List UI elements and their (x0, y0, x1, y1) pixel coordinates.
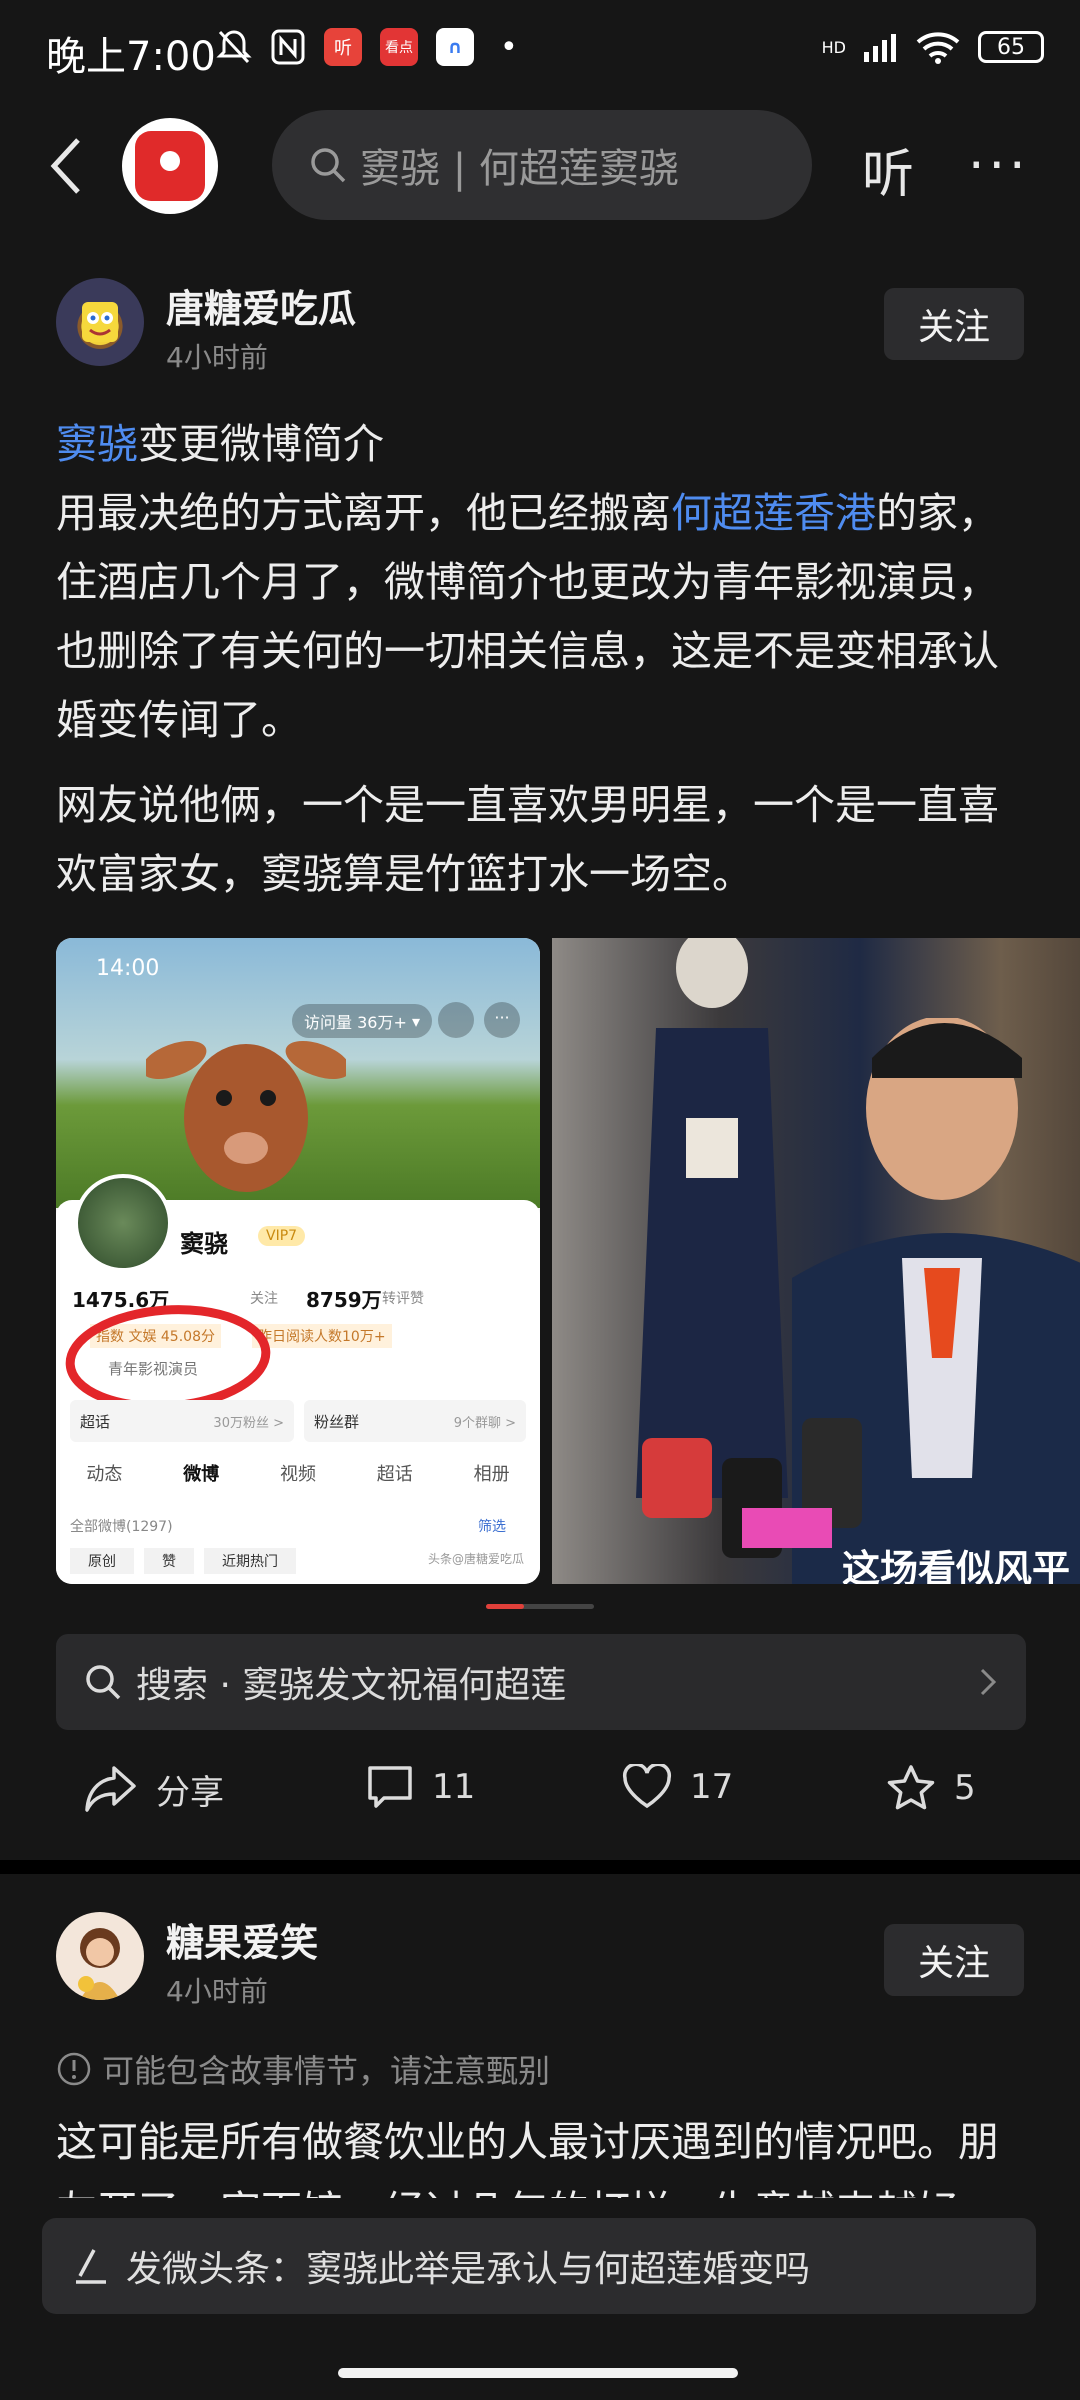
image-watermark: 头条@唐糖爱吃瓜 (428, 1552, 525, 1566)
star-icon (887, 1765, 935, 1810)
post-image-photo[interactable]: 这场看似风平 (552, 938, 1080, 1584)
status-time: 晚上7:00 (46, 34, 216, 80)
network-type: HD (821, 37, 846, 57)
post-line-1: 窦骁变更微博简介 (56, 420, 384, 468)
filter-chip[interactable]: 近期热门 (204, 1548, 296, 1574)
carousel-pager (486, 1604, 594, 1609)
status-bar: 晚上7:00 听 看点 ∩ • HD 65 (0, 0, 1080, 100)
profile-tab[interactable]: 相册 (474, 1460, 510, 1486)
battery-indicator: 65 (978, 31, 1044, 63)
post-username[interactable]: 糖果爱笑 (166, 1912, 318, 1967)
app-notification-icon: ∩ (436, 28, 474, 66)
avatar[interactable] (56, 278, 144, 366)
listen-button[interactable]: 听 (862, 132, 914, 207)
profile-tabs: 动态 微博 视频 超话 相册 (56, 1460, 540, 1486)
app-notification-icon: 听 (324, 28, 362, 66)
post-image-carousel[interactable]: 14:00 14:00 访问量 36万+ ▾ ··· 窦骁 VIP7 1475.… (56, 938, 1080, 1584)
compose-bar[interactable]: 发微头条：窦骁此举是承认与何超莲婚变吗 (42, 2218, 1036, 2314)
more-button[interactable]: ··· (968, 136, 1030, 196)
search-bar[interactable]: 窦骁 | 何超莲窦骁 (272, 110, 812, 220)
share-button[interactable]: 分享 (84, 1764, 224, 1814)
vip-badge: VIP7 (258, 1226, 306, 1246)
status-right: HD 65 (822, 30, 1044, 64)
profile-likes: 8759万 (306, 1288, 382, 1312)
feed-divider (0, 1860, 1080, 1874)
status-icons: 听 看点 ∩ • (216, 28, 518, 66)
post-action-bar: 分享 11 17 5 (0, 1750, 1080, 1834)
chevron-right-icon (980, 1668, 997, 1696)
profile-avatar[interactable] (74, 1174, 172, 1272)
profile-tab[interactable]: 微博 (183, 1460, 219, 1486)
post-paragraph-1: 用最决绝的方式离开，他已经搬离何超莲香港的家，住酒店几个月了，微博简介也更改为青… (56, 489, 999, 744)
post-username[interactable]: 唐糖爱吃瓜 (166, 278, 356, 333)
like-button[interactable]: 17 (622, 1764, 733, 1810)
post-time: 4小时前 (166, 1975, 268, 2008)
search-text: 窦骁 | 何超莲窦骁 (360, 146, 679, 192)
more-notifications-dot: • (500, 29, 518, 65)
filter-button[interactable]: 筛选 (478, 1516, 506, 1536)
follow-button[interactable]: 关注 (884, 1924, 1024, 1996)
fans-group-box[interactable]: 粉丝群 9个群聊 > (304, 1400, 526, 1442)
top-bar: 窦骁 | 何超莲窦骁 听 ··· (0, 110, 1080, 220)
chaohua-box[interactable]: 超话 30万粉丝 > (70, 1400, 294, 1442)
info-icon (57, 2052, 91, 2086)
post-time: 4小时前 (166, 341, 268, 374)
share-icon (85, 1766, 136, 1812)
visits-pill[interactable]: 访问量 36万+ ▾ (292, 1004, 432, 1038)
app-notification-icon: 看点 (380, 28, 418, 66)
profile-name: 窦骁 (180, 1230, 228, 1258)
back-arrow-icon[interactable] (46, 136, 86, 196)
related-search-bar[interactable]: 搜索 · 窦骁发文祝福何超莲 (56, 1634, 1026, 1730)
video-caption: 这场看似风平 (842, 1547, 1071, 1584)
pen-icon (76, 2249, 106, 2284)
spongebob-avatar-icon (82, 302, 118, 342)
mute-bell-icon (216, 30, 252, 64)
comment-button[interactable]: 11 (366, 1764, 475, 1810)
inner-status-time: 14:00 (96, 956, 160, 981)
profile-likes-label: 转评赞 (382, 1291, 424, 1307)
filter-chip[interactable]: 原创 (70, 1548, 134, 1574)
compose-text: 发微头条：窦骁此举是承认与何超莲婚变吗 (126, 2249, 811, 2290)
profile-tab[interactable]: 视频 (280, 1460, 316, 1486)
nfc-icon (271, 29, 305, 65)
comment-icon (368, 1766, 412, 1808)
related-search-text: 搜索 · 窦骁发文祝福何超莲 (136, 1665, 567, 1706)
post-body: 窦骁变更微博简介 用最决绝的方式离开，他已经搬离何超莲香港的家，住酒店几个月了，… (56, 410, 1030, 909)
content-warning: 可能包含故事情节，请注意甄别 (56, 2046, 550, 2092)
profile-chip-row: 原创 赞 近期热门 (70, 1548, 296, 1574)
search-icon (86, 1665, 121, 1700)
heart-icon (622, 1764, 672, 1809)
favorite-button[interactable]: 5 (886, 1764, 976, 1812)
post-paragraph-2: 网友说他俩，一个是一直喜欢男明星，一个是一直喜欢富家女，窦骁算是竹篮打水一场空。 (56, 781, 999, 898)
profile-tab[interactable]: 动态 (86, 1460, 122, 1486)
follow-button[interactable]: 关注 (884, 288, 1024, 360)
topic-link[interactable]: 何超莲香港 (671, 489, 876, 537)
carousel-pager-active (486, 1604, 524, 1609)
girl-avatar-icon (78, 1928, 120, 2000)
app-logo-icon (135, 131, 205, 201)
profile-tab[interactable]: 超话 (377, 1460, 413, 1486)
home-indicator[interactable] (338, 2368, 738, 2378)
all-posts-count: 全部微博(1297) (70, 1519, 173, 1535)
inner-more-icon[interactable]: ··· (484, 1002, 520, 1038)
avatar[interactable] (56, 1912, 144, 2000)
wifi-icon (916, 32, 960, 64)
topic-link[interactable]: 窦骁 (56, 420, 138, 468)
signal-icon (864, 34, 896, 62)
filter-chip[interactable]: 赞 (144, 1548, 194, 1574)
app-logo[interactable] (122, 118, 218, 214)
post-body: 这可能是所有做餐饮业的人最讨厌遇到的情况吧。朋友开了一家面馆，经过几年的打拼，生… (56, 2118, 999, 2198)
post-image-screenshot[interactable]: 14:00 14:00 访问量 36万+ ▾ ··· 窦骁 VIP7 1475.… (56, 938, 540, 1584)
inner-search-icon[interactable] (438, 1002, 474, 1038)
search-icon (311, 148, 346, 183)
